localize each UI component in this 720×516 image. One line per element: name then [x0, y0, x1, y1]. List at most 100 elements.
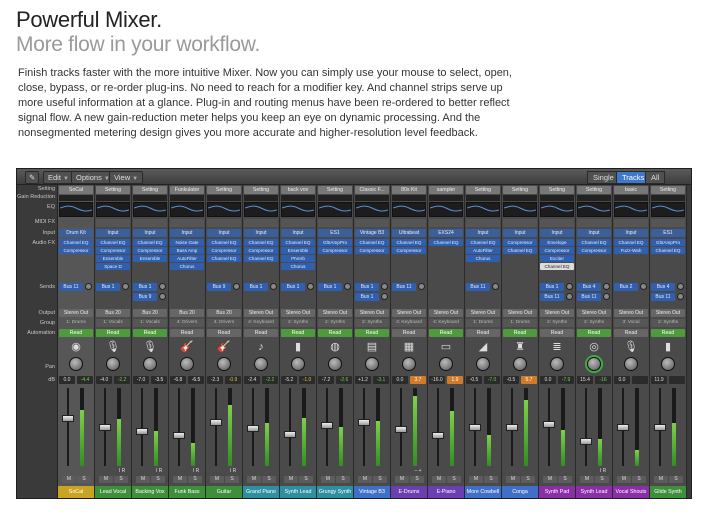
- send-slot[interactable]: Bus 1: [540, 283, 564, 291]
- track-name[interactable]: Vintage B3: [354, 486, 390, 498]
- solo-button[interactable]: S: [299, 476, 313, 483]
- input-slot[interactable]: Input: [503, 229, 537, 237]
- automation-mode-button[interactable]: Read: [59, 329, 93, 337]
- track-name[interactable]: Funk Bass: [169, 486, 205, 498]
- solo-button[interactable]: S: [114, 476, 128, 483]
- audio-fx-slot[interactable]: Channel EQ: [392, 239, 426, 246]
- peak-db-readout[interactable]: 5.7: [521, 376, 537, 384]
- volume-fader-handle[interactable]: [580, 438, 592, 445]
- setting-button[interactable]: Setting: [207, 186, 241, 194]
- solo-button[interactable]: S: [595, 476, 609, 483]
- send-slot[interactable]: Bus 11: [540, 293, 564, 301]
- audio-fx-slot[interactable]: Channel EQ: [577, 239, 611, 246]
- peak-db-readout[interactable]: -6.5: [188, 376, 204, 384]
- audio-fx-slot[interactable]: Channel EQ: [355, 239, 389, 246]
- setting-button[interactable]: Setting: [244, 186, 278, 194]
- peak-db-readout[interactable]: -1.0: [299, 376, 315, 384]
- input-record-buttons[interactable]: [484, 468, 500, 475]
- audio-fx-slot[interactable]: Channel EQ: [207, 255, 241, 262]
- input-record-buttons[interactable]: I R: [595, 468, 611, 475]
- solo-button[interactable]: S: [410, 476, 424, 483]
- automation-mode-button[interactable]: Read: [392, 329, 426, 337]
- send-slot[interactable]: Bus 1: [281, 283, 305, 291]
- midi-fx-slot[interactable]: [170, 219, 204, 227]
- audio-fx-slot[interactable]: Chorus: [170, 263, 204, 270]
- track-name[interactable]: Guitar: [206, 486, 242, 498]
- volume-db-readout[interactable]: 15.4: [577, 376, 593, 384]
- audio-fx-slot[interactable]: PtVerb: [281, 255, 315, 262]
- send-slot[interactable]: Bus 1: [133, 283, 157, 291]
- group-slot[interactable]: 2: Synths: [577, 319, 611, 327]
- input-slot[interactable]: EXS24: [429, 229, 463, 237]
- automation-mode-button[interactable]: Read: [577, 329, 611, 337]
- setting-button[interactable]: 80s Kit: [392, 186, 426, 194]
- audio-fx-slot[interactable]: Ensemble: [133, 255, 167, 262]
- group-slot[interactable]: 2: Synths: [540, 319, 574, 327]
- send-level-knob[interactable]: [344, 283, 351, 290]
- group-slot[interactable]: 1: Drums: [466, 319, 500, 327]
- eq-thumbnail[interactable]: [244, 202, 278, 217]
- input-slot[interactable]: Input: [96, 229, 130, 237]
- output-slot[interactable]: Stereo Out: [577, 309, 611, 317]
- input-slot[interactable]: Ultrabeat: [392, 229, 426, 237]
- audio-fx-slot[interactable]: Channel EQ: [244, 239, 278, 246]
- input-record-buttons[interactable]: [373, 468, 389, 475]
- peak-db-readout[interactable]: 1.9: [447, 376, 463, 384]
- audio-fx-slot[interactable]: Channel EQ: [429, 239, 463, 246]
- audio-fx-slot[interactable]: Chorus: [281, 263, 315, 270]
- view-single-button[interactable]: Single: [587, 171, 620, 184]
- send-level-knob[interactable]: [418, 283, 425, 290]
- volume-fader-handle[interactable]: [358, 419, 370, 426]
- midi-fx-slot[interactable]: [281, 219, 315, 227]
- mute-button[interactable]: M: [358, 476, 372, 483]
- peak-db-readout[interactable]: [669, 376, 685, 384]
- audio-fx-slot[interactable]: Channel EQ: [614, 239, 648, 246]
- audio-fx-slot[interactable]: Compressor: [318, 247, 352, 254]
- output-slot[interactable]: Bus 20: [96, 309, 130, 317]
- input-record-buttons[interactable]: – +: [410, 468, 426, 475]
- eq-thumbnail[interactable]: [318, 202, 352, 217]
- audio-fx-slot[interactable]: Channel EQ: [96, 239, 130, 246]
- volume-db-readout[interactable]: 0.0: [614, 376, 630, 384]
- pan-knob[interactable]: [587, 357, 601, 371]
- group-slot[interactable]: 2: Synths: [355, 319, 389, 327]
- input-slot[interactable]: Input: [244, 229, 278, 237]
- mute-button[interactable]: M: [617, 476, 631, 483]
- mute-button[interactable]: M: [136, 476, 150, 483]
- volume-db-readout[interactable]: -0.5: [466, 376, 482, 384]
- track-name[interactable]: Backing Vox: [132, 486, 168, 498]
- pan-knob[interactable]: [624, 357, 638, 371]
- mute-button[interactable]: M: [432, 476, 446, 483]
- audio-fx-slot[interactable]: Compressor: [96, 247, 130, 254]
- volume-fader-handle[interactable]: [210, 419, 222, 426]
- input-record-buttons[interactable]: [447, 468, 463, 475]
- peak-db-readout[interactable]: -3.5: [151, 376, 167, 384]
- send-slot[interactable]: Bus 9: [207, 283, 231, 291]
- send-level-knob[interactable]: [307, 283, 314, 290]
- send-level-knob[interactable]: [85, 283, 92, 290]
- audio-fx-slot[interactable]: Noise Gate: [170, 239, 204, 246]
- track-name[interactable]: Grand Piano: [243, 486, 279, 498]
- input-slot[interactable]: ES1: [318, 229, 352, 237]
- automation-mode-button[interactable]: Read: [355, 329, 389, 337]
- output-slot[interactable]: Stereo Out: [651, 309, 685, 317]
- input-record-buttons[interactable]: I R: [225, 468, 241, 475]
- group-slot[interactable]: 4: Keyboard: [429, 319, 463, 327]
- peak-db-readout[interactable]: -7.9: [558, 376, 574, 384]
- audio-fx-slot[interactable]: Ensemble: [96, 255, 130, 262]
- audio-fx-slot[interactable]: Channel EQ: [59, 239, 93, 246]
- send-slot[interactable]: Bus 4: [651, 283, 675, 291]
- midi-fx-slot[interactable]: [577, 219, 611, 227]
- mute-button[interactable]: M: [654, 476, 668, 483]
- audio-fx-slot[interactable]: Channel EQ: [466, 239, 500, 246]
- pan-knob[interactable]: [180, 357, 194, 371]
- send-slot[interactable]: Bus 1: [244, 283, 268, 291]
- input-slot[interactable]: Input: [540, 229, 574, 237]
- output-slot[interactable]: Stereo Out: [503, 309, 537, 317]
- group-slot[interactable]: 4: Keyboard: [392, 319, 426, 327]
- audio-fx-slot[interactable]: Channel EQ: [207, 239, 241, 246]
- eq-thumbnail[interactable]: [429, 202, 463, 217]
- setting-button[interactable]: Setting: [651, 186, 685, 194]
- track-name[interactable]: More Cowbell: [465, 486, 501, 498]
- send-slot[interactable]: Bus 11: [577, 293, 601, 301]
